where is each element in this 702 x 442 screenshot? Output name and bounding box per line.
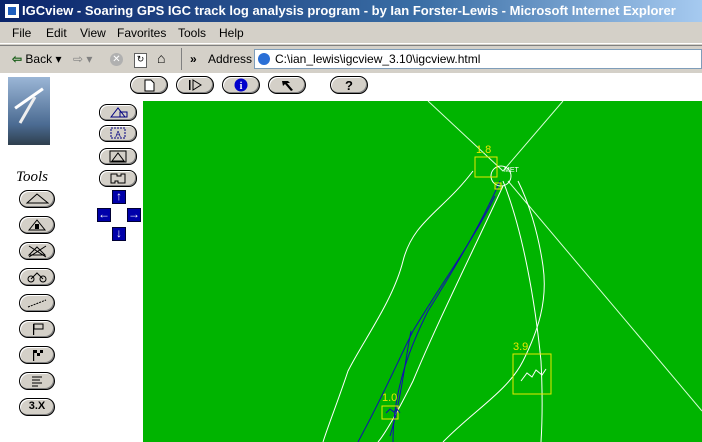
list-icon — [32, 376, 42, 387]
svg-text:A: A — [115, 130, 121, 139]
view-house-zoom-button[interactable] — [99, 104, 137, 121]
view-triangle-button[interactable] — [99, 148, 137, 165]
help-button[interactable]: ? — [330, 76, 368, 94]
tool-checkered-button[interactable] — [19, 346, 55, 364]
ruler-icon — [27, 299, 47, 308]
menu-file[interactable]: File — [12, 26, 31, 40]
house-zoom-icon — [109, 107, 128, 118]
bike-icon — [27, 272, 47, 283]
window-titlebar: IGCview - Soaring GPS IGC track log anal… — [0, 0, 702, 22]
back-arrow-icon: ⇦ — [12, 52, 23, 66]
forward-button[interactable]: ⇨ ▾ — [73, 52, 92, 66]
track-map[interactable]: 1.8 3.9 1.0 MET — [143, 101, 702, 442]
back-dropdown-icon: ▾ — [55, 52, 62, 66]
back-button[interactable]: ⇦ Back ▾ — [12, 52, 61, 66]
glider-photo — [8, 77, 50, 145]
down-arrow-icon: ↓ — [116, 226, 122, 240]
stop-icon[interactable]: ✕ — [110, 51, 123, 66]
thermal-label: 1.0 — [382, 392, 397, 404]
flag-icon — [33, 323, 44, 335]
zoom-box-icon: A — [110, 127, 126, 139]
menu-bar: File Edit View Favorites Tools Help — [0, 22, 702, 44]
address-field[interactable]: C:\ian_lewis\igcview_3.10\igcview.html — [254, 49, 702, 69]
tool-ruler-button[interactable] — [19, 294, 55, 312]
play-step-icon — [189, 79, 202, 91]
pan-left-button[interactable]: ← — [97, 207, 111, 222]
play-step-button[interactable] — [176, 76, 214, 94]
ie-app-icon — [4, 3, 20, 19]
version-label: 3.X — [28, 400, 46, 412]
ie-page-icon — [258, 53, 270, 65]
alert-house-icon — [27, 219, 47, 231]
triangle-icon — [25, 193, 50, 204]
pan-down-button[interactable]: ↓ — [112, 226, 126, 241]
tool-flag-button[interactable] — [19, 320, 55, 338]
back-label: Back — [25, 52, 53, 66]
up-arrow-icon: ↑ — [116, 189, 122, 203]
address-label: Address — [208, 52, 253, 66]
thermal-label: 3.9 — [513, 341, 528, 353]
menu-edit[interactable]: Edit — [46, 26, 67, 40]
svg-text:i: i — [240, 81, 243, 92]
triangle-view-icon — [109, 150, 127, 163]
menu-tools[interactable]: Tools — [178, 26, 206, 40]
pan-right-button[interactable]: → — [127, 207, 141, 222]
tool-bike-button[interactable] — [19, 268, 55, 286]
window-title: IGCview - Soaring GPS IGC track log anal… — [22, 3, 676, 18]
hammer-icon — [282, 81, 293, 91]
tool-triangle-button[interactable] — [19, 190, 55, 208]
address-url[interactable]: C:\ian_lewis\igcview_3.10\igcview.html — [275, 52, 480, 66]
version-button[interactable]: 3.X — [19, 398, 55, 416]
pan-up-button[interactable]: ↑ — [112, 189, 126, 204]
toolbar-chevron[interactable]: » — [190, 52, 197, 66]
menu-help[interactable]: Help — [219, 26, 244, 40]
new-page-icon — [144, 79, 155, 92]
crossed-icon — [27, 245, 47, 258]
tool-list-button[interactable] — [19, 372, 55, 390]
svg-text:?: ? — [345, 78, 353, 93]
tool-crossed-button[interactable] — [19, 242, 55, 260]
view-zoom-box-button[interactable]: A — [99, 125, 137, 142]
checkered-flag-icon — [33, 350, 43, 361]
info-button[interactable]: i — [222, 76, 260, 94]
page-content: i ? Tools 3.X A ↑ ← → ↓ 1.8 3.9 1.0 MET — [0, 73, 702, 442]
tool-alert-button[interactable] — [19, 216, 55, 234]
view-puzzle-button[interactable] — [99, 170, 137, 187]
tools-heading: Tools — [16, 169, 48, 185]
new-page-button[interactable] — [130, 76, 168, 94]
info-icon: i — [234, 78, 248, 92]
thermal-label: 1.8 — [476, 144, 491, 156]
home-icon[interactable]: ⌂ — [157, 50, 165, 66]
menu-view[interactable]: View — [80, 26, 106, 40]
puzzle-icon — [110, 173, 126, 184]
met-label: MET — [504, 167, 520, 174]
left-arrow-icon: ← — [98, 207, 110, 221]
right-arrow-icon: → — [128, 207, 140, 221]
refresh-icon[interactable]: ↻ — [134, 51, 147, 68]
hammer-button[interactable] — [268, 76, 306, 94]
toolbar-separator — [181, 48, 182, 70]
menu-favorites[interactable]: Favorites — [117, 26, 166, 40]
map-background — [143, 101, 702, 442]
help-icon: ? — [345, 78, 353, 93]
